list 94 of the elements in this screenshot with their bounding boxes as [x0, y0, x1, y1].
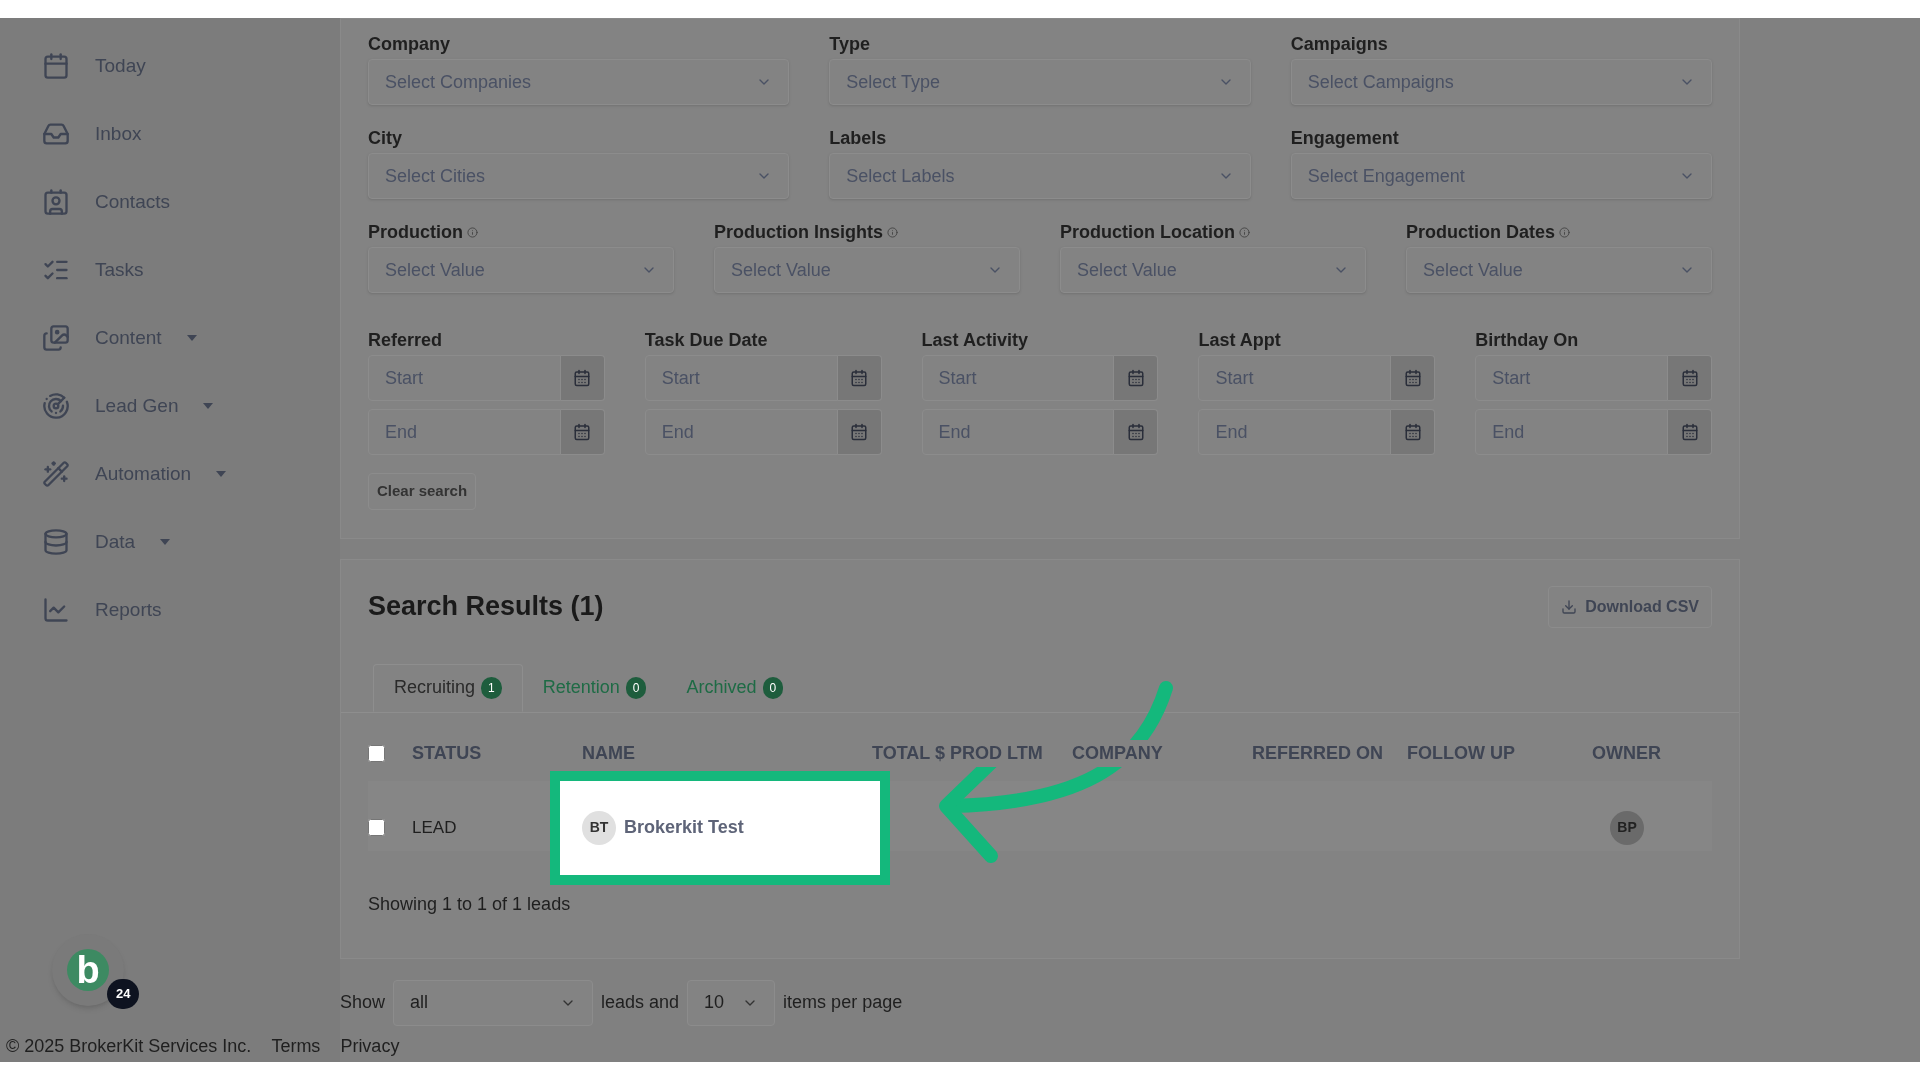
column-header: COMPANY: [1072, 740, 1163, 767]
calendar-button[interactable]: [1114, 409, 1159, 455]
select-field[interactable]: Select Engagement: [1290, 153, 1712, 199]
sidebar-item[interactable]: Automation: [0, 440, 340, 508]
calendar-icon: [850, 423, 869, 441]
filter-label: Last Activity: [921, 329, 1029, 351]
database-icon: [42, 528, 70, 556]
filter-label: Campaigns: [1290, 33, 1388, 55]
select-field[interactable]: Select Value: [1406, 247, 1712, 293]
select-field[interactable]: Select Value: [368, 247, 674, 293]
tab[interactable]: Retention 0: [522, 663, 667, 712]
line-chart-icon: [42, 596, 70, 624]
calendar-button[interactable]: [837, 409, 882, 455]
calendar-button[interactable]: [1391, 355, 1436, 401]
select-field[interactable]: Select Cities: [368, 153, 790, 199]
clear-search-button[interactable]: Clear search: [368, 473, 477, 510]
calendar-button[interactable]: [560, 409, 605, 455]
download-csv-button[interactable]: Download CSV: [1548, 585, 1712, 628]
calendar-icon: [1403, 423, 1422, 441]
filter-label: Production Dates: [1406, 221, 1556, 243]
date-field[interactable]: Start: [1198, 355, 1392, 401]
notification-badge: 24: [107, 979, 140, 1009]
sidebar-item[interactable]: Reports: [0, 576, 340, 644]
select-field[interactable]: Select Value: [1060, 247, 1366, 293]
date-field[interactable]: End: [644, 409, 838, 455]
calendar-icon: [1403, 369, 1422, 387]
filter-label: Engagement: [1290, 127, 1399, 149]
select-all-checkbox[interactable]: [368, 745, 385, 762]
filter-select[interactable]: all: [393, 979, 594, 1026]
select-field[interactable]: Select Value: [714, 247, 1020, 293]
magic-wand-icon: [42, 460, 70, 488]
calendar-icon: [573, 369, 592, 387]
items-per-page-label: items per page: [783, 991, 903, 1014]
filter-label: Production: [368, 221, 463, 243]
show-label: Show: [340, 991, 386, 1014]
footer-link[interactable]: Terms: [271, 1033, 321, 1060]
sidebar-item[interactable]: Content: [0, 304, 340, 372]
filter-label: City: [368, 127, 402, 149]
calendar-icon: [1680, 423, 1699, 441]
sidebar-item[interactable]: Inbox: [0, 100, 340, 168]
date-field[interactable]: Start: [921, 355, 1115, 401]
date-field[interactable]: Start: [368, 355, 561, 401]
contact-card-icon: [42, 188, 70, 216]
footer-link[interactable]: Privacy: [340, 1033, 400, 1060]
date-field[interactable]: End: [1475, 409, 1668, 455]
images-icon: [42, 324, 70, 352]
sidebar-item[interactable]: Contacts: [0, 168, 340, 236]
filter-label: Birthday On: [1475, 329, 1580, 351]
per-page-select[interactable]: 10: [687, 979, 776, 1026]
sidebar-item[interactable]: Tasks: [0, 236, 340, 304]
select-field[interactable]: Select Campaigns: [1290, 59, 1712, 105]
copyright-text: © 2025 BrokerKit Services Inc.: [6, 1035, 252, 1058]
filter-label: Labels: [829, 127, 887, 149]
calendar-button[interactable]: [1391, 409, 1436, 455]
sidebar-item[interactable]: Data: [0, 508, 340, 576]
download-icon: [1561, 598, 1578, 615]
select-field[interactable]: Select Labels: [829, 153, 1251, 199]
calendar-button[interactable]: [1114, 355, 1159, 401]
calendar-icon: [42, 52, 70, 80]
select-field[interactable]: Select Type: [829, 59, 1251, 105]
date-field[interactable]: End: [921, 409, 1115, 455]
filter-label: Last Appt: [1198, 329, 1282, 351]
date-field[interactable]: End: [368, 409, 561, 455]
sidebar-item[interactable]: Today: [0, 32, 340, 100]
calendar-icon: [1126, 369, 1145, 387]
filter-label: Referred: [368, 329, 444, 351]
sidebar-item[interactable]: Lead Gen: [0, 372, 340, 440]
date-field[interactable]: End: [1198, 409, 1392, 455]
calendar-icon: [573, 423, 592, 441]
calendar-icon: [1126, 423, 1145, 441]
calendar-button[interactable]: [837, 355, 882, 401]
calendar-button[interactable]: [1668, 409, 1712, 455]
avatar-initials: BT: [582, 810, 616, 845]
filter-label: Production Location: [1060, 221, 1235, 243]
select-field[interactable]: Select Companies: [368, 59, 790, 105]
tab[interactable]: Archived 0: [666, 663, 804, 712]
filter-label: Company: [368, 33, 450, 55]
tab[interactable]: Recruiting 1: [373, 663, 523, 712]
leads-and-label: leads and: [601, 991, 680, 1014]
filter-label: Type: [829, 33, 870, 55]
date-field[interactable]: Start: [644, 355, 838, 401]
filter-label: Task Due Date: [644, 329, 769, 351]
date-field[interactable]: Start: [1475, 355, 1668, 401]
calendar-icon: [850, 369, 869, 387]
calendar-button[interactable]: [560, 355, 605, 401]
status-cell-text: LEAD: [412, 816, 458, 839]
radar-icon: [42, 392, 70, 420]
results-summary: Showing 1 to 1 of 1 leads: [367, 892, 572, 916]
calendar-icon: [1680, 369, 1699, 387]
row-checkbox[interactable]: [368, 819, 385, 836]
results-title: Search Results (1): [368, 590, 604, 624]
owner-avatar: BP: [1610, 810, 1644, 845]
calendar-button[interactable]: [1668, 355, 1712, 401]
filter-label: Production Insights: [714, 221, 883, 243]
